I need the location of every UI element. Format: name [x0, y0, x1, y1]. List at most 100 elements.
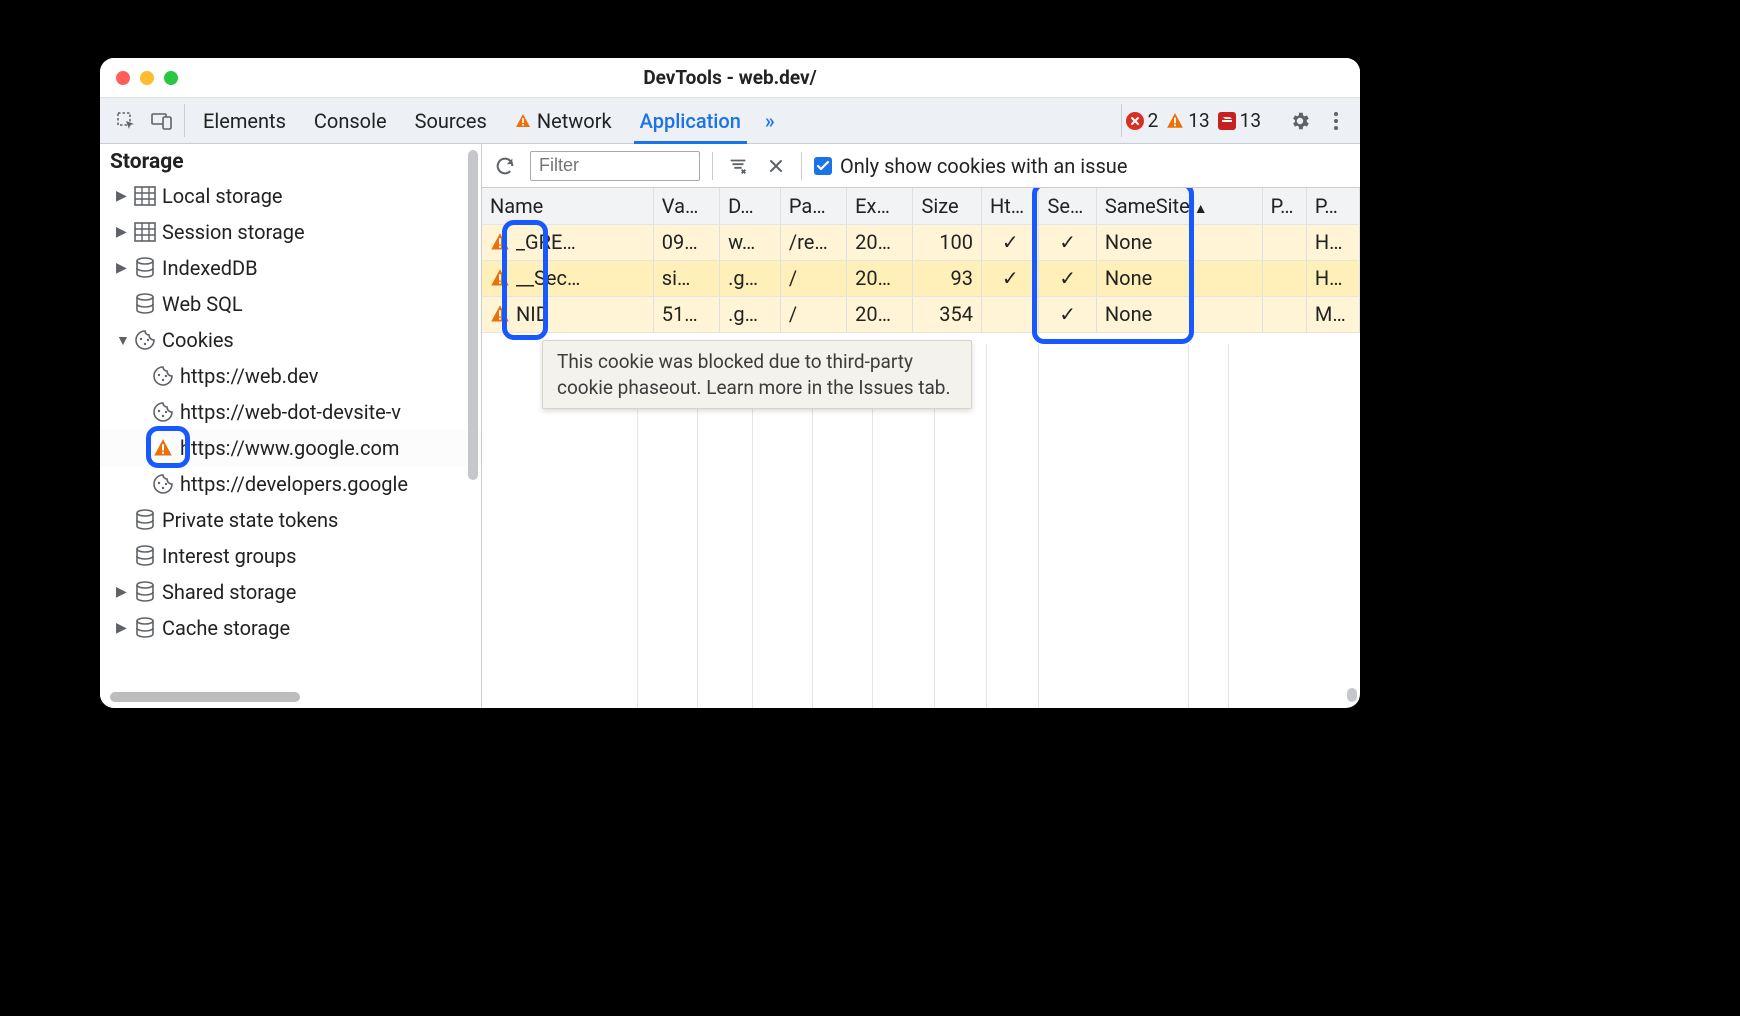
column-header[interactable]: P…: [1306, 188, 1359, 224]
tree-item-session-storage[interactable]: ▶ Session storage: [100, 214, 481, 250]
tab-sources[interactable]: Sources: [401, 98, 501, 143]
cookie-origin-item[interactable]: https://www.google.com: [100, 430, 481, 466]
column-header[interactable]: P…: [1262, 188, 1306, 224]
storage-tree: ▶Local storage▶Session storage▶IndexedDB…: [100, 178, 481, 646]
tab-network[interactable]: Network: [501, 98, 626, 143]
tab-console[interactable]: Console: [300, 98, 401, 143]
sidebar-vertical-scrollbar[interactable]: [468, 150, 478, 480]
cookie-cell: H…: [1306, 224, 1359, 260]
error-count[interactable]: 2: [1126, 109, 1159, 132]
cookie-cell: 09…: [653, 224, 719, 260]
tree-item-web-sql[interactable]: ▶Web SQL: [100, 286, 481, 322]
column-header[interactable]: Va…: [653, 188, 719, 224]
settings-icon[interactable]: [1286, 110, 1314, 132]
refresh-icon[interactable]: [492, 153, 518, 179]
cookie-icon: [152, 473, 174, 495]
grid-icon: [134, 185, 156, 207]
cookie-cell: ✓: [1039, 260, 1096, 296]
inspect-element-icon[interactable]: [108, 98, 144, 143]
device-toolbar-icon[interactable]: [144, 98, 180, 143]
error-icon: [1126, 112, 1144, 130]
cookies-table: NameVa…D…Pa…Ex…SizeHt…Se…SameSite▲P…P… _…: [482, 188, 1360, 333]
tree-item-label: Web SQL: [162, 292, 243, 316]
only-issue-label: Only show cookies with an issue: [840, 154, 1127, 178]
tree-item-shared-storage[interactable]: ▶Shared storage: [100, 574, 481, 610]
more-tabs-button[interactable]: »: [755, 98, 785, 143]
chevron-right-icon[interactable]: ▶: [116, 224, 128, 240]
warning-icon: [490, 304, 510, 324]
only-issue-checkbox[interactable]: Only show cookies with an issue: [814, 154, 1127, 178]
tree-item-indexeddb[interactable]: ▶ IndexedDB: [100, 250, 481, 286]
minimize-window-button[interactable]: [140, 71, 154, 85]
cookie-row[interactable]: NID51….g…/20…354✓NoneM…: [482, 296, 1360, 332]
panel-tabs: Elements Console Sources Network Applica…: [189, 98, 755, 143]
warning-count[interactable]: 13: [1166, 109, 1209, 132]
chevron-right-icon[interactable]: ▶: [116, 584, 128, 600]
clear-all-icon[interactable]: [763, 153, 789, 179]
cookie-row[interactable]: _GRE…09…w…/re…20…100✓✓NoneH…: [482, 224, 1360, 260]
cookie-cell: [1262, 260, 1306, 296]
tree-item-label: IndexedDB: [162, 256, 258, 280]
chevron-right-icon[interactable]: ▶: [116, 188, 128, 204]
devtools-toolbar: Elements Console Sources Network Applica…: [100, 98, 1360, 144]
column-header[interactable]: Ex…: [847, 188, 913, 224]
issue-count[interactable]: 13: [1218, 109, 1261, 132]
tree-item-label: Private state tokens: [162, 508, 338, 532]
tab-elements[interactable]: Elements: [189, 98, 300, 143]
more-options-icon[interactable]: [1322, 111, 1350, 131]
status-group: 2 13 13: [1126, 98, 1360, 143]
column-header[interactable]: Ht…: [981, 188, 1038, 224]
cookies-filterbar: Only show cookies with an issue: [482, 144, 1360, 188]
column-header[interactable]: SameSite▲: [1096, 188, 1262, 224]
cookie-cell: ✓: [981, 224, 1038, 260]
chevron-right-icon[interactable]: ▶: [116, 260, 128, 276]
window-controls: [116, 71, 178, 85]
chevron-down-icon[interactable]: ▼: [116, 332, 128, 349]
column-header[interactable]: Pa…: [780, 188, 846, 224]
tab-label: Console: [314, 109, 387, 133]
cookie-cell: [981, 296, 1038, 332]
cookie-cell: .g…: [720, 260, 781, 296]
clear-filter-icon[interactable]: [725, 153, 751, 179]
chevron-right-icon[interactable]: ▶: [116, 620, 128, 636]
tree-item-interest-groups[interactable]: ▶Interest groups: [100, 538, 481, 574]
cookie-cell: si…: [653, 260, 719, 296]
cookie-cell: 20…: [847, 260, 913, 296]
cookie-origin-item[interactable]: https://developers.google: [100, 466, 481, 502]
tree-item-local-storage[interactable]: ▶Local storage: [100, 178, 481, 214]
close-window-button[interactable]: [116, 71, 130, 85]
tree-item-cookies[interactable]: ▼Cookies: [100, 322, 481, 358]
db-icon: [134, 545, 156, 567]
column-header[interactable]: D…: [720, 188, 781, 224]
column-header[interactable]: Name: [482, 188, 653, 224]
column-header[interactable]: Size: [913, 188, 982, 224]
zoom-window-button[interactable]: [164, 71, 178, 85]
cookie-row[interactable]: __Sec…si….g…/20…93✓✓NoneH…: [482, 260, 1360, 296]
tree-item-cache-storage[interactable]: ▶ Cache storage: [100, 610, 481, 646]
filter-input[interactable]: [530, 151, 700, 181]
panel-vertical-scrollbar[interactable]: [1347, 688, 1357, 702]
devtools-window: DevTools - web.dev/ Elements Console Sou…: [100, 58, 1360, 708]
warning-icon: [152, 437, 174, 459]
cookie-origin-label: https://www.google.com: [180, 436, 399, 460]
tree-item-private-state-tokens[interactable]: ▶Private state tokens: [100, 502, 481, 538]
cookie-origin-item[interactable]: https://web.dev: [100, 358, 481, 394]
sidebar-horizontal-scrollbar[interactable]: [110, 692, 300, 702]
cookie-cell: 20…: [847, 224, 913, 260]
db-icon: [134, 293, 156, 315]
cookies-table-wrap: NameVa…D…Pa…Ex…SizeHt…Se…SameSite▲P…P… _…: [482, 188, 1360, 708]
cookie-cell: ✓: [981, 260, 1038, 296]
tab-application[interactable]: Application: [626, 98, 755, 143]
db-icon: [134, 581, 156, 603]
cookie-cell: ✓: [1039, 224, 1096, 260]
table-header-row: NameVa…D…Pa…Ex…SizeHt…Se…SameSite▲P…P…: [482, 188, 1360, 224]
storage-heading: Storage: [100, 148, 481, 178]
warning-icon: [490, 232, 510, 252]
cookie-origin-item[interactable]: https://web-dot-devsite-v: [100, 394, 481, 430]
tree-item-label: Cache storage: [162, 616, 290, 640]
tree-item-label: Session storage: [162, 220, 305, 244]
column-header[interactable]: Se…: [1039, 188, 1096, 224]
cookies-panel: Only show cookies with an issue NameVa…D…: [482, 144, 1360, 708]
tab-label: Application: [640, 109, 741, 133]
cookie-cell: None: [1096, 260, 1262, 296]
